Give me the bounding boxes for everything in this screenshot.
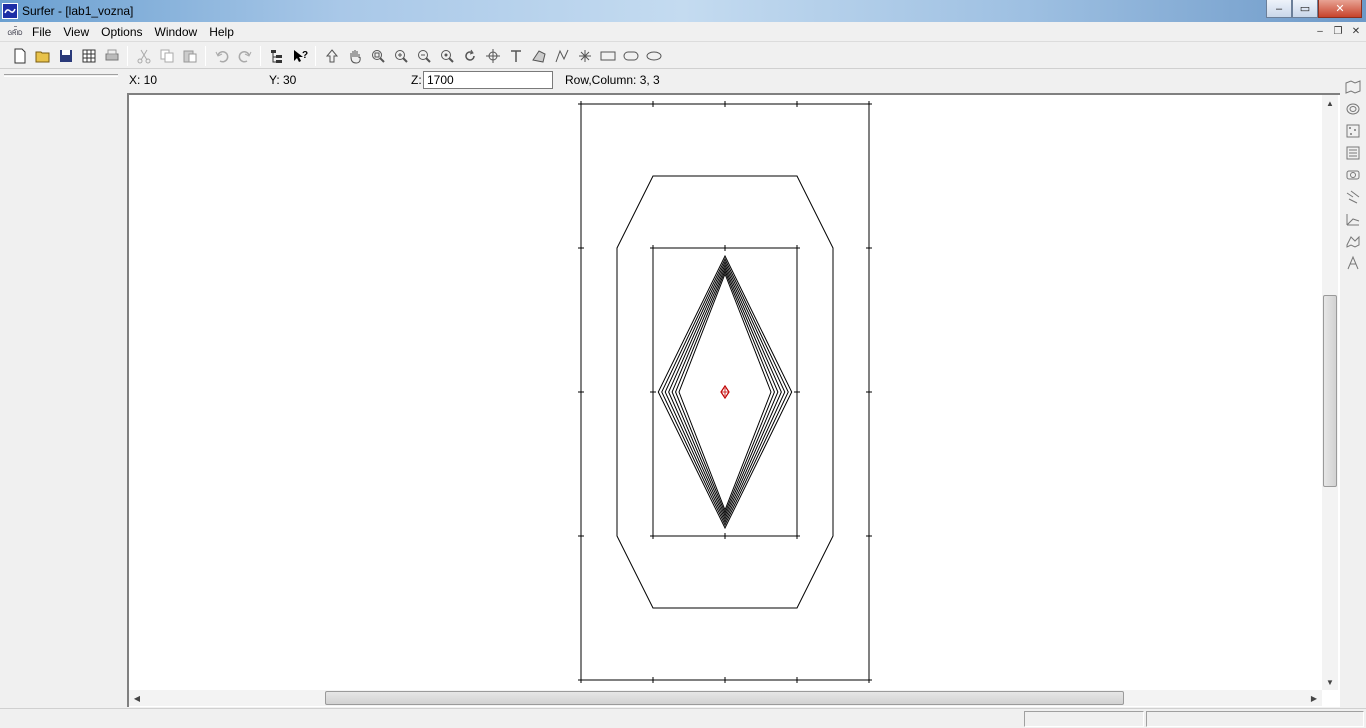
- map-icon[interactable]: [1340, 76, 1366, 98]
- status-pane: [1146, 711, 1364, 727]
- menu-options[interactable]: Options: [95, 25, 148, 39]
- grid-icon-label: GRID: [7, 31, 23, 37]
- grid-drawing: [578, 101, 872, 683]
- scroll-up-arrow-icon[interactable]: ▲: [1322, 95, 1338, 111]
- menu-file[interactable]: File: [26, 25, 57, 39]
- context-help-icon[interactable]: ?: [288, 45, 311, 67]
- x-coordinate: X: 10: [129, 73, 158, 87]
- post-map-icon[interactable]: [1340, 120, 1366, 142]
- status-pane: [1024, 711, 1144, 727]
- document-minimize-button[interactable]: –: [1312, 24, 1328, 38]
- select-icon[interactable]: [320, 45, 343, 67]
- selected-node-marker: [720, 384, 730, 400]
- object-manager-panel[interactable]: [0, 70, 127, 708]
- polyline-icon[interactable]: [550, 45, 573, 67]
- surface-icon[interactable]: [1340, 230, 1366, 252]
- title-bar: Surfer - [lab1_vozna] – ▭ ✕: [0, 0, 1366, 22]
- document-restore-button[interactable]: ❐: [1330, 24, 1346, 38]
- coordinate-bar: X: 10 Y: 30 Z: Row,Column: 3, 3: [127, 70, 1340, 90]
- copy-icon[interactable]: [155, 45, 178, 67]
- vertical-scroll-thumb[interactable]: [1323, 295, 1337, 487]
- text-icon[interactable]: [504, 45, 527, 67]
- ellipse-icon[interactable]: [642, 45, 665, 67]
- svg-text:?: ?: [302, 50, 308, 61]
- status-bar: [0, 708, 1366, 728]
- map-toolbar: [1340, 70, 1366, 708]
- document-close-button[interactable]: ✕: [1348, 24, 1364, 38]
- grid-node-editor-canvas[interactable]: [127, 93, 1340, 707]
- toolbar-separator: [205, 45, 206, 66]
- scroll-left-arrow-icon[interactable]: ◀: [129, 690, 145, 706]
- node-icon[interactable]: [481, 45, 504, 67]
- polygon-icon[interactable]: [527, 45, 550, 67]
- paste-icon[interactable]: [178, 45, 201, 67]
- variogram-icon[interactable]: [1340, 252, 1366, 274]
- close-button[interactable]: ✕: [1318, 0, 1362, 18]
- menu-bar: ::: GRID File View Options Window Help – …: [0, 22, 1366, 42]
- menu-help[interactable]: Help: [203, 25, 240, 39]
- toolbar-separator: [315, 45, 316, 66]
- scroll-right-arrow-icon[interactable]: ▶: [1306, 690, 1322, 706]
- classed-post-icon[interactable]: [1340, 142, 1366, 164]
- save-icon[interactable]: [54, 45, 77, 67]
- undo-icon[interactable]: [210, 45, 233, 67]
- pan-icon[interactable]: [343, 45, 366, 67]
- cut-icon[interactable]: [132, 45, 155, 67]
- surfer-app-icon: [2, 3, 18, 19]
- zoom-rectangle-icon[interactable]: [366, 45, 389, 67]
- zoom-out-icon[interactable]: [412, 45, 435, 67]
- main-toolbar: ?: [0, 43, 1366, 69]
- panel-grip[interactable]: [4, 74, 118, 77]
- scroll-down-arrow-icon[interactable]: ▼: [1322, 674, 1338, 690]
- maximize-button[interactable]: ▭: [1292, 0, 1318, 18]
- wireframe-icon[interactable]: [1340, 208, 1366, 230]
- contour-map-icon[interactable]: [1340, 98, 1366, 120]
- y-coordinate: Y: 30: [269, 73, 297, 87]
- menu-window[interactable]: Window: [149, 25, 204, 39]
- vector-map-icon[interactable]: [1340, 186, 1366, 208]
- open-icon[interactable]: [31, 45, 54, 67]
- zoom-fit-icon[interactable]: [435, 45, 458, 67]
- toolbar-separator: [260, 45, 261, 66]
- row-column-readout: Row,Column: 3, 3: [565, 73, 660, 87]
- new-icon[interactable]: [8, 45, 31, 67]
- toolbar-separator: [127, 45, 128, 66]
- zoom-in-icon[interactable]: [389, 45, 412, 67]
- symbol-icon[interactable]: [573, 45, 596, 67]
- object-manager-icon[interactable]: [265, 45, 288, 67]
- minimize-button[interactable]: –: [1266, 0, 1292, 18]
- redo-icon[interactable]: [233, 45, 256, 67]
- vertical-scrollbar[interactable]: ▲ ▼: [1322, 95, 1338, 690]
- horizontal-scroll-thumb[interactable]: [325, 691, 1124, 705]
- window-title: Surfer - [lab1_vozna]: [22, 4, 134, 18]
- rounded-rectangle-icon[interactable]: [619, 45, 642, 67]
- menu-view[interactable]: View: [57, 25, 95, 39]
- z-value-input[interactable]: [423, 71, 553, 89]
- print-icon[interactable]: [100, 45, 123, 67]
- z-label: Z:: [411, 73, 422, 87]
- image-map-icon[interactable]: [1340, 164, 1366, 186]
- rectangle-icon[interactable]: [596, 45, 619, 67]
- horizontal-scrollbar[interactable]: ◀ ▶: [129, 690, 1322, 706]
- worksheet-icon[interactable]: [77, 45, 100, 67]
- rotate-icon[interactable]: [458, 45, 481, 67]
- grid-document-icon[interactable]: ::: GRID: [4, 23, 26, 41]
